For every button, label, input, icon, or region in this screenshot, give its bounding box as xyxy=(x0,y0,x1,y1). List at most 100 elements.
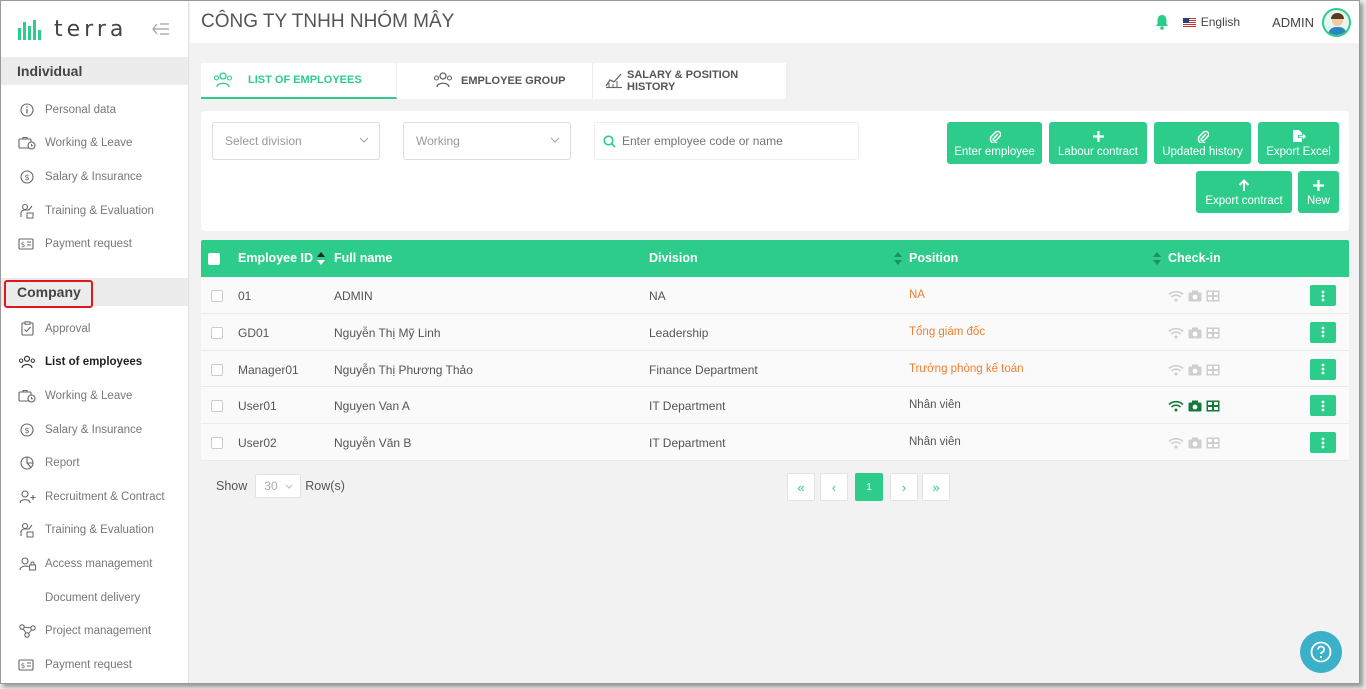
user-name[interactable]: ADMIN xyxy=(1272,15,1314,30)
col-division[interactable]: Division xyxy=(649,251,698,265)
check-in-methods xyxy=(1168,364,1220,376)
row-actions-button[interactable] xyxy=(1310,395,1336,417)
tab-salary-position-history[interactable]: SALARY & POSITION HISTORY xyxy=(593,63,787,99)
sort-asc-icon[interactable] xyxy=(317,252,325,265)
svg-text:$: $ xyxy=(21,241,25,249)
enter-employee-button[interactable]: Enter employee xyxy=(947,122,1042,164)
col-check-in[interactable]: Check-in xyxy=(1168,251,1221,265)
page-last-button[interactable]: » xyxy=(922,473,950,501)
sidebar-item-approval[interactable]: Approval xyxy=(1,312,188,346)
sidebar-item-label: Training & Evaluation xyxy=(45,204,154,217)
paperclip-icon xyxy=(1197,130,1209,143)
sidebar-item-personal-data[interactable]: Personal data xyxy=(1,93,188,127)
status-select[interactable]: Working xyxy=(403,122,571,160)
logo[interactable]: terra xyxy=(1,1,188,57)
row-actions-button[interactable] xyxy=(1310,321,1336,343)
new-employee-button[interactable]: New xyxy=(1298,171,1339,213)
row-actions-button[interactable] xyxy=(1310,358,1336,380)
row-checkbox[interactable] xyxy=(211,326,223,339)
sidebar-item-label: Payment request xyxy=(45,658,132,671)
full-name-cell: Nguyễn Văn B xyxy=(334,436,412,451)
sidebar-item-training-evaluation[interactable]: Training & Evaluation xyxy=(1,194,188,228)
table-row[interactable]: User02 Nguyễn Văn B IT Department Nhân viên xyxy=(201,424,1349,461)
sidebar-item-report[interactable]: Report xyxy=(1,446,188,480)
col-employee-id[interactable]: Employee ID xyxy=(238,251,313,265)
page-prev-button[interactable]: ‹ xyxy=(820,473,848,501)
position-cell: Nhân viên xyxy=(909,399,961,412)
chevron-down-icon xyxy=(359,137,369,143)
section-individual: Individual xyxy=(1,57,188,85)
avatar[interactable] xyxy=(1322,7,1351,37)
user-plus-icon xyxy=(18,488,36,506)
file-export-icon xyxy=(1292,130,1306,142)
table-row[interactable]: 01 ADMIN NA NA xyxy=(201,277,1349,314)
row-actions-button[interactable] xyxy=(1310,432,1336,454)
division-select[interactable]: Select division xyxy=(212,122,380,160)
sidebar-item-label: Approval xyxy=(45,322,91,335)
wifi-icon xyxy=(1168,364,1184,376)
sidebar-item-training-evaluation[interactable]: Training & Evaluation xyxy=(1,514,188,548)
camera-icon xyxy=(1188,364,1202,376)
chevron-down-icon xyxy=(550,137,560,143)
sidebar-item-payment-request[interactable]: $ Payment request xyxy=(1,227,188,261)
tab-label: SALARY & POSITION HISTORY xyxy=(627,69,739,93)
help-button[interactable] xyxy=(1300,631,1342,673)
updated-history-button[interactable]: Updated history xyxy=(1154,122,1251,164)
wifi-icon xyxy=(1168,327,1184,339)
qr-grid-icon xyxy=(1206,327,1220,339)
page-first-button[interactable]: « xyxy=(787,473,815,501)
sidebar-item-salary-insurance[interactable]: $ Salary & Insurance xyxy=(1,160,188,194)
more-vertical-icon xyxy=(1321,290,1325,301)
export-excel-button[interactable]: Export Excel xyxy=(1258,122,1339,164)
table-row[interactable]: User01 Nguyen Van A IT Department Nhân viên xyxy=(201,387,1349,425)
table-row[interactable]: Manager01 Nguyễn Thị Phương Thảo Finance D… xyxy=(201,350,1349,388)
row-checkbox[interactable] xyxy=(211,363,223,376)
tab-bar: LIST OF EMPLOYEES EMPLOYEE GROUP SALARY … xyxy=(201,63,787,99)
col-full-name[interactable]: Full name xyxy=(334,251,392,265)
sidebar-item-working-leave[interactable]: Working & Leave xyxy=(1,127,188,161)
select-all-checkbox[interactable] xyxy=(208,253,220,265)
row-checkbox[interactable] xyxy=(211,290,223,302)
col-position[interactable]: Position xyxy=(909,251,958,265)
rows-label: Row(s) xyxy=(305,479,345,493)
dollar-icon: $ xyxy=(18,168,36,186)
sidebar-item-recruitment-contract[interactable]: Recruitment & Contract xyxy=(1,480,188,514)
search-input[interactable] xyxy=(622,134,842,148)
sidebar-item-salary-insurance[interactable]: $ Salary & Insurance xyxy=(1,413,188,447)
sidebar-item-list-of-employees[interactable]: List of employees xyxy=(1,346,188,380)
svg-text:$: $ xyxy=(21,662,25,670)
sort-icon[interactable] xyxy=(894,252,902,265)
wifi-icon xyxy=(1168,290,1184,302)
sidebar-item-label: Payment request xyxy=(45,238,132,251)
rows-per-page-select[interactable]: 30 xyxy=(255,474,302,498)
employee-id-cell: User02 xyxy=(238,436,277,451)
full-name-cell: Nguyễn Thị Phương Thảo xyxy=(334,362,473,377)
language-selector[interactable]: English xyxy=(1182,15,1240,29)
tab-list-of-employees[interactable]: LIST OF EMPLOYEES xyxy=(201,63,397,99)
page-next-button[interactable]: › xyxy=(890,473,918,501)
sidebar-item-project-management[interactable]: Project management xyxy=(1,614,188,648)
check-in-methods xyxy=(1168,437,1220,449)
page-1-button[interactable]: 1 xyxy=(855,473,883,501)
notification-bell-icon[interactable] xyxy=(1155,14,1169,30)
sidebar-item-label: Working & Leave xyxy=(45,389,133,402)
sidebar-item-payment-request[interactable]: $ Payment request xyxy=(1,648,188,682)
row-checkbox[interactable] xyxy=(211,400,223,413)
tab-employee-group[interactable]: EMPLOYEE GROUP xyxy=(397,63,593,99)
row-actions-button[interactable] xyxy=(1310,285,1336,306)
row-checkbox[interactable] xyxy=(211,437,223,450)
top-header: CÔNG TY TNHH NHÓM MÂY English ADMIN xyxy=(190,1,1359,43)
export-contract-button[interactable]: Export contract xyxy=(1196,171,1292,213)
table-row[interactable]: GD01 Nguyễn Thị Mỹ Linh Leadership Tổng giá… xyxy=(201,313,1349,351)
employee-id-cell: GD01 xyxy=(238,325,270,340)
sort-icon[interactable] xyxy=(1153,252,1161,265)
training-icon xyxy=(18,202,36,220)
svg-text:$: $ xyxy=(24,173,29,182)
division-cell: Finance Department xyxy=(649,362,758,377)
sidebar-item-document-delivery[interactable]: Document delivery xyxy=(1,581,188,615)
labour-contract-button[interactable]: Labour contract xyxy=(1049,122,1147,164)
collapse-sidebar-icon[interactable] xyxy=(151,21,171,37)
sidebar-item-working-leave[interactable]: Working & Leave xyxy=(1,379,188,413)
blank-icon xyxy=(18,589,36,607)
sidebar-item-access-management[interactable]: Access management xyxy=(1,547,188,581)
